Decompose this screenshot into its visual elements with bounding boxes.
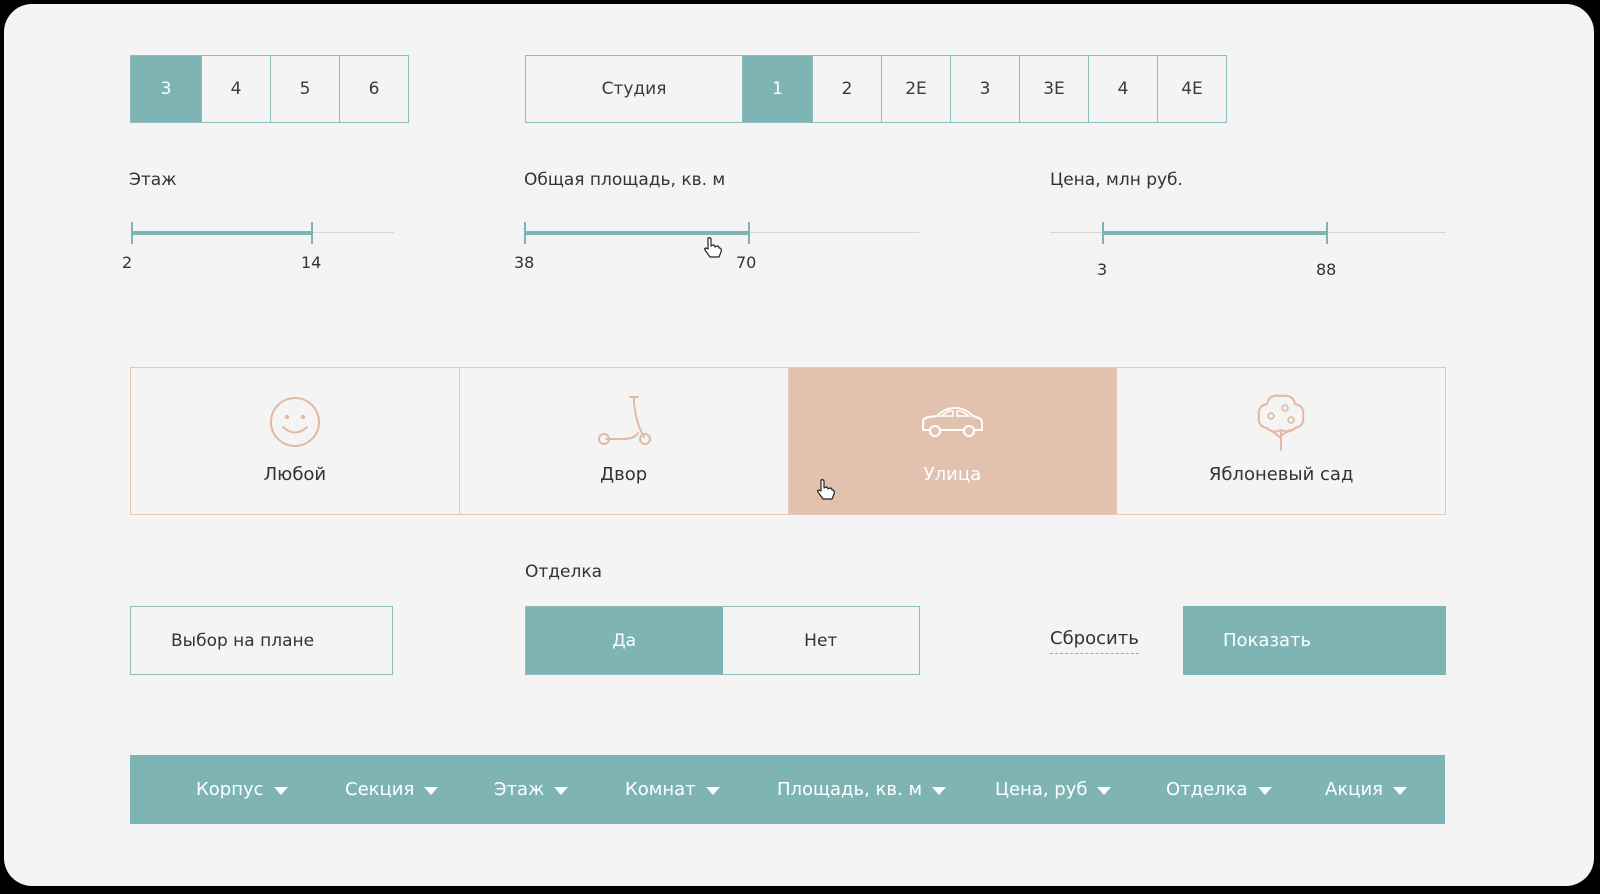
floor-slider-max-handle[interactable]: [311, 222, 313, 244]
building-tab-4[interactable]: 4: [202, 56, 271, 122]
area-max-value: 70: [736, 253, 757, 272]
caret-down-icon: [932, 787, 947, 795]
building-tab-5[interactable]: 5: [271, 56, 340, 122]
results-table-header: Корпус Секция Этаж Комнат Площадь, кв. м…: [130, 755, 1445, 824]
car-icon: [919, 392, 985, 452]
finishing-label: Отделка: [525, 562, 603, 582]
reset-button[interactable]: Сбросить: [1050, 628, 1139, 654]
caret-down-icon: [1257, 787, 1272, 795]
column-floor[interactable]: Этаж: [494, 755, 569, 824]
room-tabs: Студия 1 2 2Е 3 3Е 4 4Е: [525, 55, 1227, 123]
caret-down-icon: [1097, 787, 1112, 795]
view-selector: Любой Двор Улица Яблоневый сад: [130, 367, 1446, 515]
column-area[interactable]: Площадь, кв. м: [777, 755, 947, 824]
room-tab-1[interactable]: 1: [743, 56, 813, 122]
smiley-icon: [267, 392, 323, 452]
caret-down-icon: [554, 787, 569, 795]
show-button[interactable]: Показать: [1183, 606, 1446, 675]
area-label: Общая площадь, кв. м: [524, 170, 726, 190]
show-button-label: Показать: [1223, 630, 1312, 651]
price-max-value: 88: [1316, 260, 1337, 279]
column-label: Отделка: [1166, 779, 1248, 800]
area-slider-min-handle[interactable]: [524, 222, 526, 244]
column-price[interactable]: Цена, руб: [995, 755, 1112, 824]
caret-down-icon: [705, 787, 720, 795]
view-option-apple-garden[interactable]: Яблоневый сад: [1117, 368, 1445, 514]
view-option-yard[interactable]: Двор: [460, 368, 789, 514]
caret-down-icon: [424, 787, 439, 795]
scooter-icon: [594, 392, 654, 452]
finishing-toggle: Да Нет: [525, 606, 920, 675]
column-label: Секция: [345, 779, 415, 800]
price-slider-max-handle[interactable]: [1326, 222, 1328, 244]
column-label: Цена, руб: [995, 779, 1088, 800]
apple-tree-icon: [1253, 392, 1309, 452]
column-label: Этаж: [494, 779, 545, 800]
choose-on-plan-button[interactable]: Выбор на плане: [130, 606, 393, 675]
finishing-yes-option[interactable]: Да: [526, 607, 723, 674]
floor-slider-range: [132, 231, 313, 235]
room-tab-3[interactable]: 3: [951, 56, 1020, 122]
column-finishing[interactable]: Отделка: [1166, 755, 1272, 824]
price-slider-range: [1103, 231, 1328, 235]
floor-min-value: 2: [122, 253, 133, 272]
hand-cursor-icon: [816, 479, 835, 500]
building-tab-6[interactable]: 6: [340, 56, 408, 122]
price-label: Цена, млн руб.: [1050, 170, 1183, 190]
price-slider-min-handle[interactable]: [1102, 222, 1104, 244]
filter-panel: 3 4 5 6 Студия 1 2 2Е 3 3Е 4 4Е Этаж 2 1…: [4, 4, 1594, 886]
column-label: Комнат: [625, 779, 696, 800]
view-option-label: Любой: [263, 464, 327, 485]
column-promo[interactable]: Акция: [1325, 755, 1407, 824]
view-option-any[interactable]: Любой: [131, 368, 460, 514]
room-tab-4e[interactable]: 4Е: [1158, 56, 1226, 122]
area-min-value: 38: [514, 253, 535, 272]
building-tabs: 3 4 5 6: [130, 55, 409, 123]
room-tab-3e[interactable]: 3Е: [1020, 56, 1089, 122]
column-label: Площадь, кв. м: [777, 779, 923, 800]
view-option-label: Двор: [600, 464, 648, 485]
hand-cursor-icon: [704, 237, 722, 258]
choose-on-plan-label: Выбор на плане: [171, 630, 315, 651]
column-building[interactable]: Корпус: [196, 755, 288, 824]
room-tab-4[interactable]: 4: [1089, 56, 1158, 122]
room-tab-2[interactable]: 2: [813, 56, 882, 122]
caret-down-icon: [273, 787, 288, 795]
column-section[interactable]: Секция: [345, 755, 439, 824]
caret-down-icon: [1392, 787, 1407, 795]
price-min-value: 3: [1097, 260, 1108, 279]
view-option-street[interactable]: Улица: [788, 368, 1118, 514]
view-option-label: Улица: [923, 464, 982, 485]
area-slider-max-handle[interactable]: [748, 222, 750, 244]
area-slider-range: [525, 231, 750, 235]
view-option-label: Яблоневый сад: [1208, 464, 1354, 485]
floor-max-value: 14: [301, 253, 322, 272]
column-label: Акция: [1325, 779, 1383, 800]
room-tab-2e[interactable]: 2Е: [882, 56, 951, 122]
column-rooms[interactable]: Комнат: [625, 755, 720, 824]
floor-slider-min-handle[interactable]: [131, 222, 133, 244]
floor-label: Этаж: [129, 170, 177, 190]
room-tab-studio[interactable]: Студия: [526, 56, 743, 122]
finishing-no-option[interactable]: Нет: [723, 607, 920, 674]
building-tab-3[interactable]: 3: [131, 56, 202, 122]
column-label: Корпус: [196, 779, 264, 800]
